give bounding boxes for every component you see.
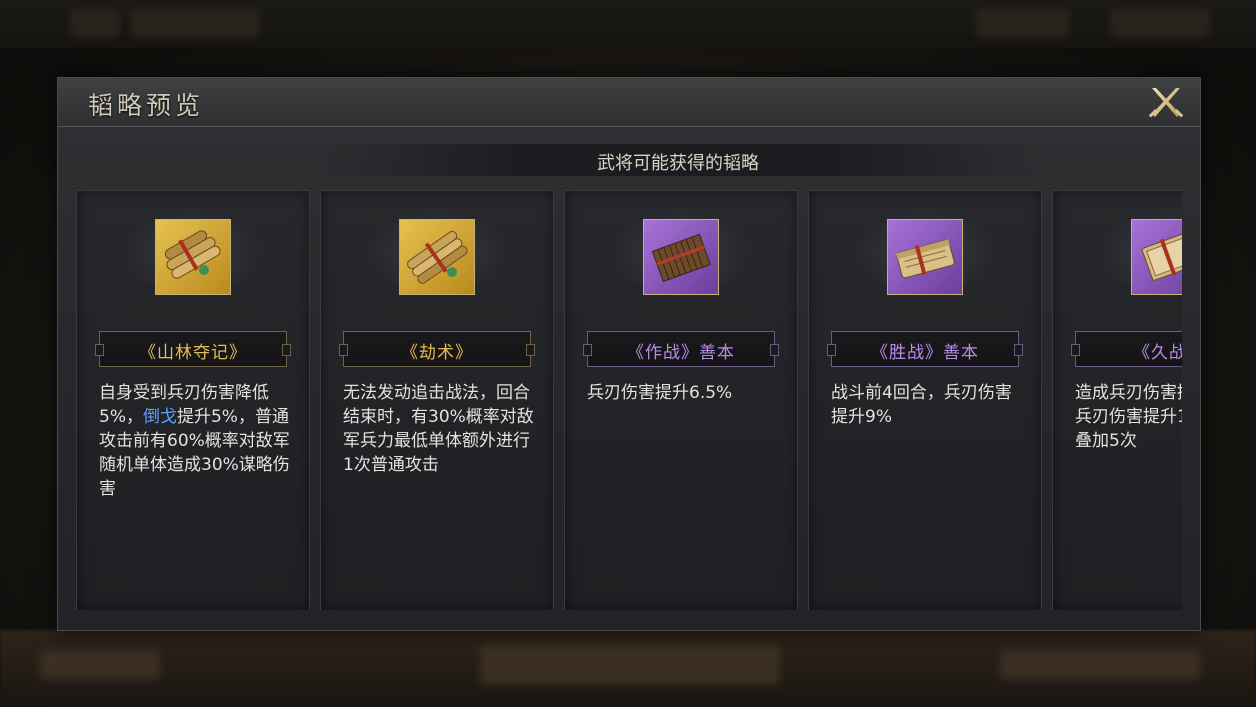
card-icon-frame (643, 219, 719, 295)
card-name: 《劫术》 (401, 343, 473, 363)
strategy-card[interactable]: 《胜战》善本 战斗前4回合，兵刃伤害提升9% (808, 190, 1042, 610)
card-icon-frame (1131, 219, 1182, 295)
blurred-avatar (70, 8, 120, 38)
strategy-card-list[interactable]: 《山林夺记》 自身受到兵刃伤害降低5%，倒戈提升5%，普通攻击前有60%概率对敌… (76, 190, 1182, 610)
strategy-card[interactable]: 《久战》 造成兵刃伤害提升1%，兵刃伤害提升1%，最多叠加5次 (1052, 190, 1182, 610)
close-button[interactable] (1146, 84, 1186, 120)
card-icon-frame (399, 219, 475, 295)
strategy-card[interactable]: 《劫术》 无法发动追击战法，回合结束时，有30%概率对敌军兵力最低单体额外进行1… (320, 190, 554, 610)
card-name: 《久战》 (1133, 343, 1182, 363)
card-icon-frame (887, 219, 963, 295)
blurred-element (1000, 650, 1200, 680)
strategy-card[interactable]: 《作战》善本 兵刃伤害提升6.5% (564, 190, 798, 610)
scroll-book-icon (1141, 233, 1182, 281)
desc-highlight-link[interactable]: 倒戈 (143, 407, 177, 427)
background-bottom-bar (0, 630, 1256, 707)
card-name-plate: 《山林夺记》 (95, 331, 291, 367)
card-name-plate: 《作战》善本 (583, 331, 779, 367)
card-description: 无法发动追击战法，回合结束时，有30%概率对敌军兵力最低单体额外进行1次普通攻击 (343, 383, 534, 475)
strategy-preview-dialog: 韬略预览 武将可能获得的韬略 《山林夺记》 自身受到兵刃伤害降低5%，倒戈提升5… (57, 77, 1201, 631)
card-description: 战斗前4回合，兵刃伤害提升9% (831, 383, 1012, 427)
dialog-header: 韬略预览 (58, 78, 1200, 127)
subheader-banner: 武将可能获得的韬略 (308, 144, 1048, 176)
blurred-resource (975, 8, 1070, 38)
scroll-bundle-icon (407, 230, 468, 284)
blurred-resource (1110, 8, 1210, 38)
card-name: 《山林夺记》 (139, 343, 247, 363)
strategy-card[interactable]: 《山林夺记》 自身受到兵刃伤害降低5%，倒戈提升5%，普通攻击前有60%概率对敌… (76, 190, 310, 610)
card-name-plate: 《久战》 (1071, 331, 1182, 367)
blurred-status (130, 8, 260, 38)
card-description: 兵刃伤害提升6.5% (587, 383, 733, 403)
crossed-swords-close-icon (1148, 88, 1184, 118)
card-name-plate: 《胜战》善本 (827, 331, 1023, 367)
card-name-plate: 《劫术》 (339, 331, 535, 367)
subheader-text: 武将可能获得的韬略 (597, 153, 759, 174)
blurred-element (480, 645, 780, 685)
bamboo-book-icon (651, 233, 711, 283)
background-top-bar (0, 0, 1256, 48)
card-icon-frame (155, 219, 231, 295)
card-name: 《作战》善本 (627, 343, 735, 363)
scroll-book-icon (896, 239, 955, 279)
card-name: 《胜战》善本 (871, 343, 979, 363)
card-description: 造成兵刃伤害提升1%，兵刃伤害提升1%，最多叠加5次 (1075, 383, 1182, 451)
dialog-title: 韬略预览 (88, 91, 205, 120)
scroll-bundle-icon (164, 230, 221, 279)
card-description: 自身受到兵刃伤害降低5%，倒戈提升5%，普通攻击前有60%概率对敌军随机单体造成… (99, 381, 295, 501)
blurred-element (40, 650, 160, 680)
